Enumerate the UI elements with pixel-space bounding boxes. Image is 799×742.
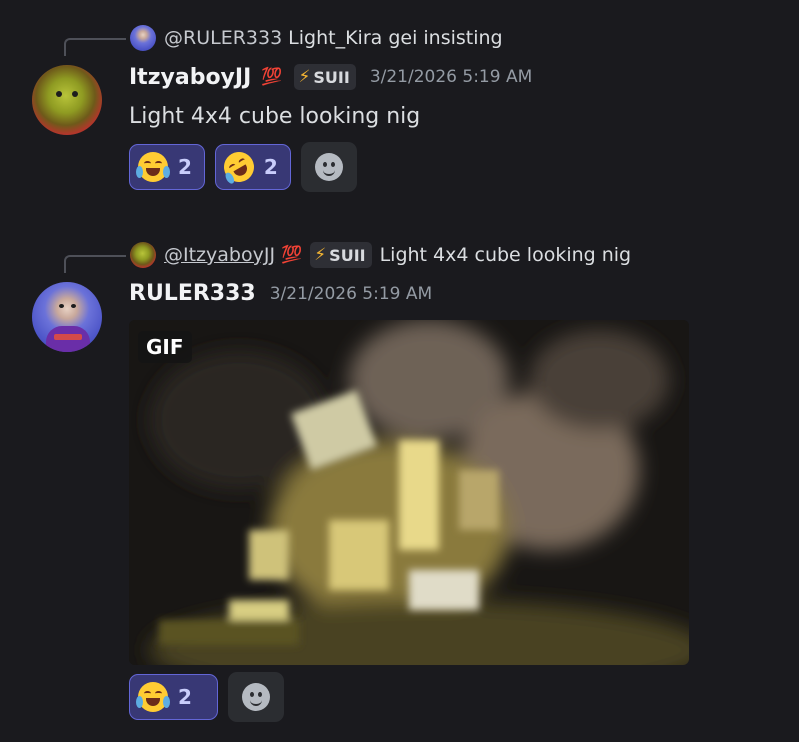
smiley-eye [250,692,254,697]
emoji-tear [136,166,143,178]
lightning-bolt-icon: ⚡ [314,245,327,265]
reply-author[interactable]: @RULER333 [164,27,282,49]
emoji-eye [155,691,162,696]
emoji-eye [144,691,151,696]
smiley-icon [314,153,343,181]
add-reaction-button[interactable] [228,672,284,722]
smiley-mouth [322,168,335,176]
message-content: Light 4x4 cube looking nig [129,104,421,129]
reaction-joy[interactable]: 2 [129,144,205,190]
avatar-eye [72,91,78,97]
reaction-count: 2 [178,685,192,709]
reply-avatar [130,242,156,268]
reaction-count: 2 [263,155,278,179]
avatar-shirt-print [54,334,82,340]
reaction-count: 2 [178,155,192,179]
reply-preview[interactable]: @RULER333 Light_Kira gei insisting [130,25,503,51]
emoji-tear [163,696,170,708]
emoji-mouth [146,168,160,176]
emoji-eye [144,161,151,166]
smiley-icon [242,683,270,711]
smiley-eye [330,162,335,167]
joy-emoji-icon [136,152,170,182]
hundred-emoji-icon: 💯 [261,67,283,87]
reply-author[interactable]: @ItzyaboyJJ [164,244,275,266]
gif-frame-image [129,320,689,665]
server-tag-text: SUII [313,67,350,87]
message-header: RULER333 3/21/2026 5:19 AM [129,281,432,306]
avatar-eye [56,91,62,97]
username[interactable]: ItzyaboyJJ [129,65,251,90]
emoji-tear [136,696,143,708]
lightning-bolt-icon: ⚡ [298,67,311,87]
chat-log: @RULER333 Light_Kira gei insisting Itzya… [0,0,799,742]
server-tag[interactable]: ⚡ SUII [310,242,372,268]
reaction-joy[interactable]: 2 [129,674,218,720]
timestamp[interactable]: 3/21/2026 5:19 AM [370,67,532,87]
avatar-eye [71,304,76,308]
avatar-eye [59,304,64,308]
gif-badge: GIF [138,331,192,363]
reaction-rofl[interactable]: 2 [214,144,291,190]
message-header: ItzyaboyJJ 💯 ⚡ SUII 3/21/2026 5:19 AM [129,64,532,90]
add-reaction-button[interactable] [300,142,357,192]
reactions-bar: 2 [129,672,284,722]
gif-attachment[interactable]: GIF [129,320,689,665]
emoji-eye [155,161,162,166]
avatar[interactable] [32,282,102,352]
reply-text[interactable]: Light_Kira gei insisting [288,27,502,49]
timestamp[interactable]: 3/21/2026 5:19 AM [270,284,432,304]
reply-connector [64,38,126,56]
reply-text[interactable]: Light 4x4 cube looking nig [380,244,632,266]
avatar[interactable] [32,65,102,135]
reply-connector [64,255,126,273]
reactions-bar: 2 2 [129,142,357,192]
smiley-mouth [250,698,262,706]
server-tag-text: SUII [329,245,366,265]
smiley-eye [258,692,262,697]
smiley-eye [322,162,327,167]
emoji-mouth [146,698,160,706]
rofl-emoji-icon [218,146,260,188]
joy-emoji-icon [136,682,170,712]
username[interactable]: RULER333 [129,281,256,306]
server-tag[interactable]: ⚡ SUII [294,64,356,90]
reply-avatar [130,25,156,51]
emoji-tear [163,166,170,178]
reply-preview[interactable]: @ItzyaboyJJ 💯 ⚡ SUII Light 4x4 cube look… [130,242,631,268]
hundred-emoji-icon: 💯 [281,245,303,265]
